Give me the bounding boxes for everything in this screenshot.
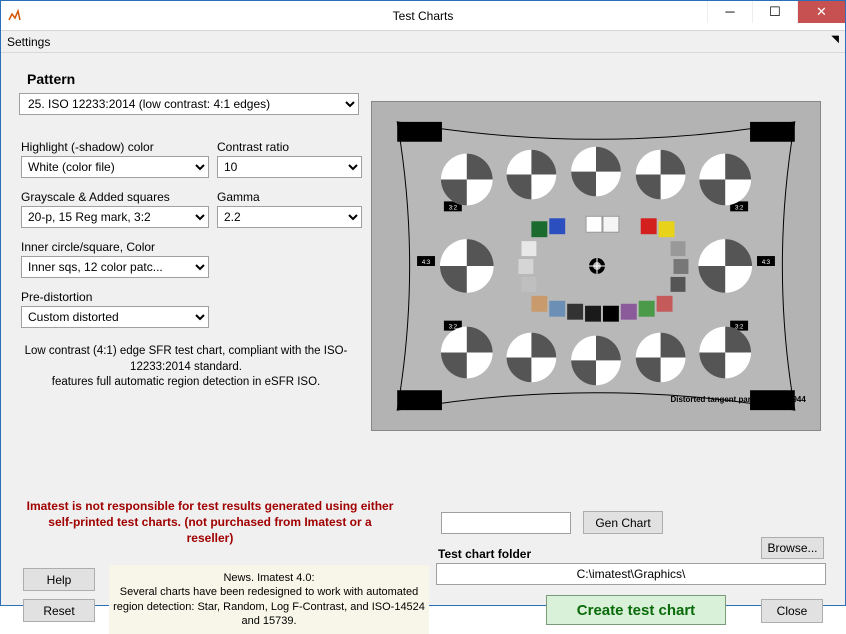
maximize-button[interactable]: ☐	[752, 1, 797, 23]
close-window-button[interactable]: ✕	[797, 1, 845, 23]
app-icon	[1, 1, 27, 31]
predist-label: Pre-distortion	[21, 290, 209, 304]
warning-text: Imatest is not responsible for test resu…	[25, 498, 395, 547]
gen-input[interactable]	[441, 512, 571, 534]
svg-text:4:3: 4:3	[762, 260, 771, 266]
minimize-button[interactable]: ─	[707, 1, 752, 23]
news-body: Several charts have been redesigned to w…	[113, 585, 425, 628]
close-button[interactable]: Close	[761, 599, 823, 623]
contrast-select[interactable]: 10	[217, 156, 362, 178]
grayscale-select[interactable]: 20-p, 15 Reg mark, 3:2	[21, 206, 209, 228]
svg-text:4:3: 4:3	[422, 260, 431, 266]
menu-toggle-icon[interactable]: ◥	[831, 34, 839, 45]
svg-text:3:2: 3:2	[449, 205, 458, 211]
chart-description: Low contrast (4:1) edge SFR test chart, …	[21, 344, 351, 391]
content-area: Pattern 25. ISO 12233:2014 (low contrast…	[1, 53, 845, 605]
news-panel: News. Imatest 4.0: Several charts have b…	[109, 565, 429, 634]
gamma-select[interactable]: 2.2	[217, 206, 362, 228]
window-buttons: ─ ☐ ✕	[707, 1, 845, 23]
chart-preview: 4:3 3:2 3:2 4:3 3:2 3:2	[371, 101, 821, 431]
inner-select[interactable]: Inner sqs, 12 color patc...	[21, 256, 209, 278]
highlight-select[interactable]: White (color file)	[21, 156, 209, 178]
news-header: News. Imatest 4.0:	[113, 571, 425, 585]
menu-settings[interactable]: Settings	[7, 35, 50, 49]
controls-column: Highlight (-shadow) color White (color f…	[21, 128, 361, 391]
gen-chart-button[interactable]: Gen Chart	[583, 511, 663, 534]
reset-button[interactable]: Reset	[23, 599, 95, 622]
preview-caption-svg: Distorted tangent parameter = 0.944	[671, 395, 807, 404]
folder-label: Test chart folder	[438, 547, 531, 561]
create-test-chart-button[interactable]: Create test chart	[546, 595, 726, 625]
grayscale-label: Grayscale & Added squares	[21, 190, 209, 204]
contrast-label: Contrast ratio	[217, 140, 362, 154]
svg-text:3:2: 3:2	[735, 205, 744, 211]
pattern-label: Pattern	[27, 71, 827, 87]
highlight-label: Highlight (-shadow) color	[21, 140, 209, 154]
title-bar: Test Charts ─ ☐ ✕	[1, 1, 845, 31]
pattern-select[interactable]: 25. ISO 12233:2014 (low contrast: 4:1 ed…	[19, 93, 359, 115]
folder-input[interactable]	[436, 563, 826, 585]
browse-button[interactable]: Browse...	[761, 537, 824, 559]
inner-label: Inner circle/square, Color	[21, 240, 209, 254]
predist-select[interactable]: Custom distorted	[21, 306, 209, 328]
menu-bar: Settings ◥	[1, 31, 845, 53]
help-button[interactable]: Help	[23, 568, 95, 591]
gamma-label: Gamma	[217, 190, 362, 204]
